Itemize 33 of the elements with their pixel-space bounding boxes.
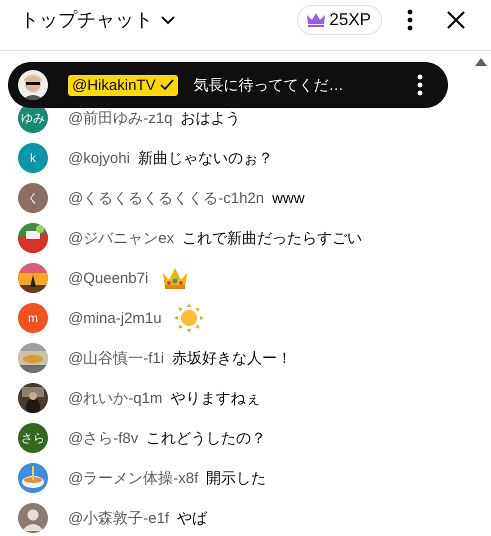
message-text: これで新曲だったらすごい [182, 228, 362, 248]
message-text: www [272, 190, 305, 206]
author-name[interactable]: @前田ゆみ-z1q [68, 108, 172, 128]
avatar: k [18, 143, 48, 173]
check-icon [160, 79, 174, 91]
message-text: やば [177, 508, 208, 528]
avatar: さら [18, 423, 48, 453]
scroll-up-icon[interactable] [475, 58, 487, 66]
chat-mode-title[interactable]: トップチャット [20, 7, 153, 33]
message-text: これどうしたの？ [146, 428, 266, 448]
message-text: おはよう [180, 108, 240, 128]
author-name[interactable]: @山谷慎一-f1i [68, 348, 164, 368]
avatar: m [18, 303, 48, 333]
author-name[interactable]: @さら-f8v [68, 428, 138, 448]
xp-button[interactable]: 25XP [297, 5, 382, 35]
author-name[interactable]: @kojyohi [68, 150, 130, 166]
message-text: 赤坂好きな人ー！ [172, 348, 292, 368]
author-name[interactable]: @ラーメン体操-x8f [68, 468, 198, 488]
avatar-icon [18, 503, 48, 533]
message-text: 新曲じゃないのぉ？ [138, 148, 273, 168]
author-name[interactable]: @ジバニャンex [68, 228, 174, 248]
author-name[interactable]: @くるくるくるくくる-c1h2n [68, 188, 264, 208]
author-name[interactable]: @小森敦子-e1f [68, 508, 170, 528]
author-name[interactable]: @れいか-q1m [68, 388, 162, 408]
author-name[interactable]: @Queenb7i [68, 270, 148, 286]
message-text: やりますねぇ [170, 388, 260, 408]
author-name[interactable]: @mina-j2m1u [68, 310, 162, 326]
avatar: く [18, 183, 48, 213]
crown-icon [307, 13, 326, 27]
pinned-text: 気長に待っててくだ… [194, 76, 344, 94]
sun-icon [174, 303, 204, 333]
owner-badge[interactable]: @HikakinTV [68, 74, 178, 96]
message-text: 開示した [206, 468, 266, 488]
